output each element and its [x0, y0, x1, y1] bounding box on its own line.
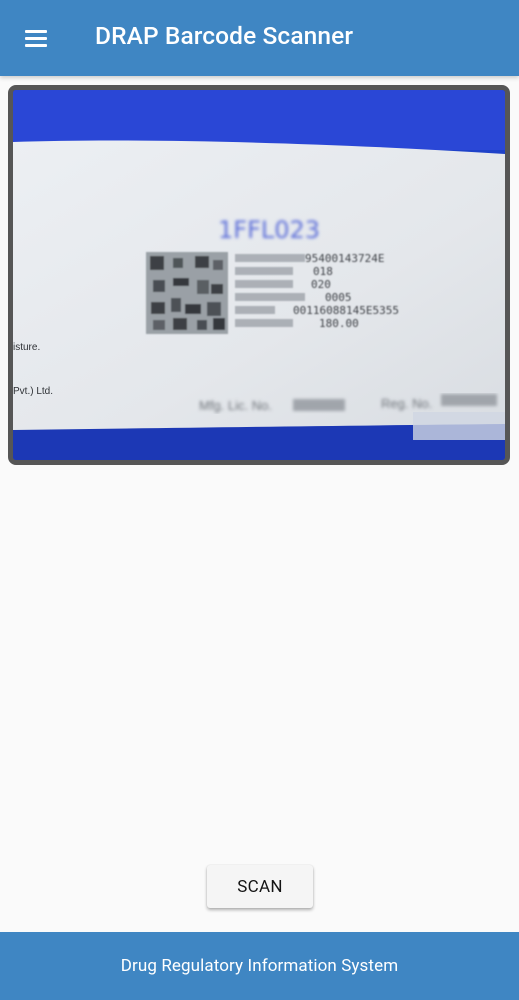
- app-title: DRAP Barcode Scanner: [95, 21, 354, 50]
- camera-preview: 1FFL023 95400143724E 018 020 0005 001160…: [8, 85, 510, 465]
- footer-bar: Drug Regulatory Information System: [0, 932, 519, 1000]
- label-top-code: 1FFL023: [218, 216, 320, 244]
- label-line-3: 020: [311, 278, 331, 291]
- left-text-2: Pvt.) Ltd.: [13, 386, 53, 397]
- label-line-6: 180.00: [319, 317, 359, 330]
- label-line-5: 00116088145E5355: [293, 304, 399, 317]
- label-line-1: 95400143724E: [305, 252, 384, 265]
- label-line-2: 018: [313, 265, 333, 278]
- bottom-text-2: Reg. No.: [381, 396, 432, 411]
- app-screen: DRAP Barcode Scanner 1FFL023 95400143724…: [0, 0, 519, 1000]
- qr-code-image: [146, 252, 228, 334]
- app-bar: DRAP Barcode Scanner: [0, 0, 519, 76]
- scan-button[interactable]: SCAN: [207, 865, 313, 908]
- left-text-1: isture.: [13, 342, 40, 353]
- hamburger-menu-icon[interactable]: [22, 26, 50, 50]
- bottom-text-1: Mfg. Lic. No.: [199, 398, 272, 413]
- label-line-4: 0005: [325, 291, 352, 304]
